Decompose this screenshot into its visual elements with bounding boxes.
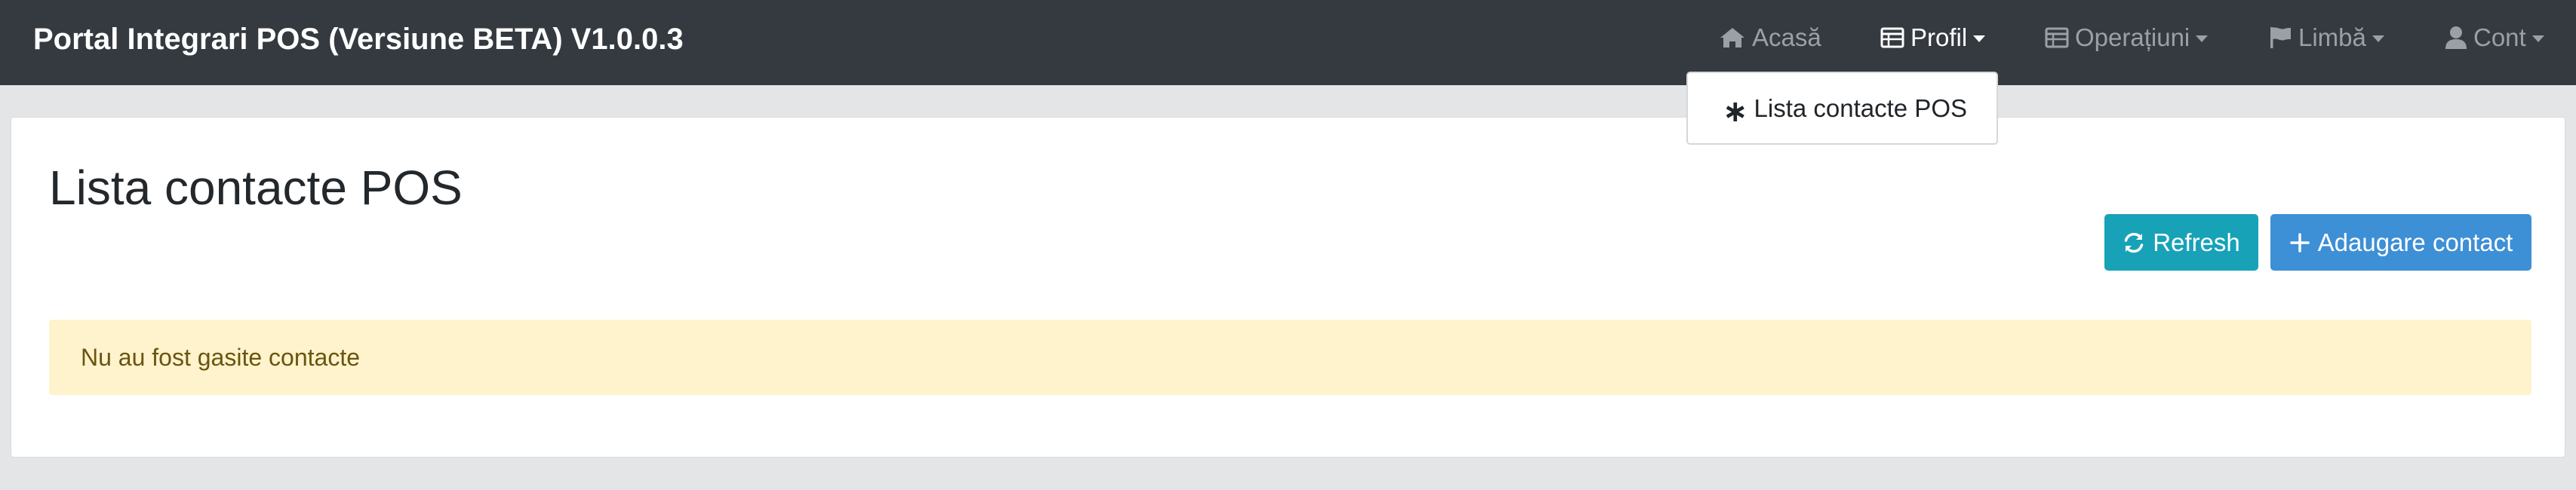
refresh-button[interactable]: Refresh — [2104, 214, 2258, 271]
nav-operations-label: Operațiuni — [2075, 23, 2190, 51]
plus-icon — [2289, 232, 2310, 253]
menu-item-label: Lista contacte POS — [1754, 93, 1967, 122]
nav-profile-label: Profil — [1910, 23, 1968, 51]
refresh-button-label: Refresh — [2153, 228, 2240, 256]
nav-home-label: Acasă — [1752, 23, 1821, 51]
nav-language[interactable]: Limbă — [2268, 0, 2384, 75]
menu-item-contacts-list[interactable]: ∗ Lista contacte POS — [1688, 73, 1997, 143]
empty-state-alert: Nu au fost gasite contacte — [49, 320, 2531, 395]
profile-dropdown-menu: ∗ Lista contacte POS — [1686, 72, 1998, 145]
add-contact-button-label: Adaugare contact — [2317, 228, 2513, 256]
caret-down-icon — [2531, 35, 2544, 42]
nav-operations[interactable]: Operațiuni — [2045, 0, 2209, 75]
table-icon — [2045, 27, 2069, 48]
empty-state-message: Nu au fost gasite contacte — [81, 343, 360, 371]
caret-down-icon — [1973, 35, 1986, 42]
nav-profile[interactable]: Profil — [1880, 0, 1986, 75]
page-title: Lista contacte POS — [49, 161, 463, 215]
content-card: Lista contacte POS Refresh Adaugare cont… — [11, 117, 2565, 458]
nav-home[interactable]: Acasă — [1719, 0, 1821, 75]
caret-down-icon — [2196, 35, 2209, 42]
nav-account[interactable]: Cont — [2445, 0, 2544, 75]
caret-down-icon — [2372, 35, 2384, 42]
nav-language-label: Limbă — [2298, 23, 2366, 51]
app-title[interactable]: Portal Integrari POS (Versiune BETA) V1.… — [33, 0, 684, 78]
user-icon — [2445, 26, 2467, 49]
top-navbar: Portal Integrari POS (Versiune BETA) V1.… — [0, 0, 2576, 85]
nav-account-label: Cont — [2473, 23, 2526, 51]
home-icon — [1720, 28, 1744, 47]
add-contact-button[interactable]: Adaugare contact — [2270, 214, 2531, 271]
asterisk-icon: ∗ — [1723, 94, 1748, 128]
table-icon — [1880, 27, 1904, 48]
refresh-icon — [2124, 232, 2144, 253]
flag-icon — [2270, 27, 2291, 48]
